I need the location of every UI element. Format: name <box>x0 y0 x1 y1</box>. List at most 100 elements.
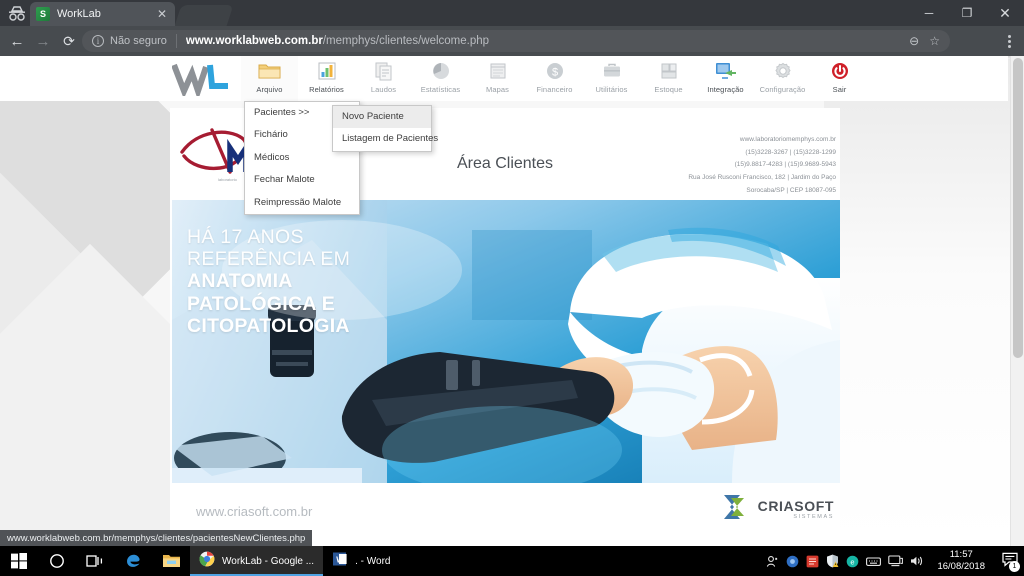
status-bubble: www.worklabweb.com.br/memphys/clientes/p… <box>0 530 313 546</box>
criasoft-subtitle: SISTEMAS <box>793 513 834 520</box>
bookmark-star-icon[interactable]: ☆ <box>929 34 940 48</box>
nav-item-financeiro[interactable]: $ Financeiro <box>526 56 583 101</box>
menu-item-novo-paciente[interactable]: Novo Paciente <box>333 106 431 129</box>
bg-right-gradient <box>824 56 1024 546</box>
app-navbar: Arquivo Relatórios Laudos Estatísticas M… <box>0 56 1008 101</box>
task-view-icon[interactable] <box>76 546 114 576</box>
nav-label-relatorios: Relatórios <box>309 85 344 94</box>
nav-label-estatisticas: Estatísticas <box>420 85 461 94</box>
notification-badge: 1 <box>1009 561 1020 572</box>
screen: S WorkLab ✕ ─ ❐ ✕ ← → ⟳ i Não seguro www… <box>0 0 1024 576</box>
folder-icon <box>258 59 281 83</box>
window-controls: ─ ❐ ✕ <box>910 0 1024 26</box>
taskbar-clock[interactable]: 11:57 16/08/2018 <box>931 549 991 573</box>
edge-icon[interactable] <box>114 546 152 576</box>
hero-line-5: CITOPATOLOGIA <box>187 314 350 337</box>
monitor-sync-icon <box>715 59 737 83</box>
omnibox-actions: ⊖ ☆ <box>909 34 940 48</box>
tab-title: WorkLab <box>57 8 101 20</box>
start-icon[interactable] <box>0 546 38 576</box>
contact-phones-1: (15)3228-3267 | (15)3228-1299 <box>745 148 836 156</box>
nav-label-estoque: Estoque <box>654 85 683 94</box>
nav-label-mapas: Mapas <box>485 85 509 94</box>
people-icon[interactable] <box>766 555 779 568</box>
svg-text:$: $ <box>551 67 557 79</box>
nav-label-utilitarios: Utilitários <box>595 85 628 94</box>
nav-item-mapas[interactable]: Mapas <box>469 56 526 101</box>
nav-item-estatisticas[interactable]: Estatísticas <box>412 56 469 101</box>
forward-icon[interactable]: → <box>32 30 54 52</box>
close-window-button[interactable]: ✕ <box>986 0 1024 26</box>
bar-chart-icon <box>317 59 337 83</box>
hero-banner: HÁ 17 ANOS REFERÊNCIA EM ANATOMIA PATOLÓ… <box>172 200 840 483</box>
maximize-button[interactable]: ❐ <box>948 0 986 26</box>
chrome-icon <box>199 551 215 572</box>
nav-item-utilitarios[interactable]: Utilitários <box>583 56 640 101</box>
menu-item-listagem-pacientes[interactable]: Listagem de Pacientes <box>333 128 438 150</box>
file-explorer-icon[interactable] <box>152 546 190 576</box>
hero-line-3: ANATOMIA <box>187 270 293 293</box>
clock-time: 11:57 <box>949 549 973 561</box>
worklab-logo <box>166 56 241 101</box>
taskbar-app-worklab[interactable]: WorkLab - Google ... <box>190 546 324 576</box>
pie-chart-icon <box>431 59 451 83</box>
keyboard-icon[interactable] <box>866 556 882 567</box>
nav-item-integracao[interactable]: Integração <box>697 56 754 101</box>
page-scrollbar[interactable] <box>1010 56 1024 546</box>
red-app-icon[interactable] <box>806 555 819 568</box>
nav-label-configuracao: Configuração <box>759 85 806 94</box>
nav-label-arquivo: Arquivo <box>256 85 283 94</box>
nav-item-arquivo[interactable]: Arquivo <box>241 56 298 101</box>
nav-item-estoque[interactable]: Estoque <box>640 56 697 101</box>
network-icon[interactable] <box>888 555 904 567</box>
info-icon[interactable]: i <box>92 35 104 47</box>
search-circle-icon[interactable] <box>38 546 76 576</box>
back-icon[interactable]: ← <box>6 30 28 52</box>
volume-icon[interactable] <box>910 555 924 567</box>
worklab-favicon: S <box>36 7 50 21</box>
address-bar[interactable]: i Não seguro www.worklabweb.com.br/memph… <box>82 30 950 52</box>
shield-warning-icon[interactable] <box>826 554 839 568</box>
url-text: www.worklabweb.com.br/memphys/clientes/w… <box>186 35 489 47</box>
boxes-icon <box>659 59 679 83</box>
footer-url[interactable]: www.criasoft.com.br <box>196 504 312 519</box>
svg-text:e: e <box>851 557 855 566</box>
contact-address: Rua José Rusconi Francisco, 182 | Jardim… <box>688 174 836 182</box>
tab-strip-spacer <box>174 5 234 26</box>
windows-taskbar: WorkLab - Google ... W . - Word e 11:57 … <box>0 546 1024 576</box>
criasoft-branding: CRIASOFT SISTEMAS <box>718 492 834 527</box>
page-title: Área Clientes <box>456 155 554 172</box>
scrollbar-thumb[interactable] <box>1013 58 1023 358</box>
incognito-icon <box>6 5 28 23</box>
hero-headline: HÁ 17 ANOS REFERÊNCIA EM ANATOMIA PATOLÓ… <box>187 226 350 337</box>
nav-label-sair: Sair <box>832 85 847 94</box>
chrome-menu-icon[interactable] <box>1001 32 1017 50</box>
minimize-button[interactable]: ─ <box>910 0 948 26</box>
taskbar-app-word[interactable]: W . - Word <box>323 546 399 576</box>
nav-item-configuracao[interactable]: Configuração <box>754 56 811 101</box>
menu-item-reimpressao-malote[interactable]: Reimpressão Malote <box>245 192 359 214</box>
svg-text:W: W <box>336 555 344 564</box>
nav-item-relatorios[interactable]: Relatórios <box>298 56 355 101</box>
app-nav-items: Arquivo Relatórios Laudos Estatísticas M… <box>241 56 868 101</box>
zoom-icon[interactable]: ⊖ <box>909 34 919 48</box>
nav-item-laudos[interactable]: Laudos <box>355 56 412 101</box>
hero-line-4: PATOLÓGICA E <box>187 292 336 315</box>
dollar-icon: $ <box>545 59 565 83</box>
notification-center-icon[interactable]: 1 <box>998 552 1020 572</box>
menu-item-fechar-malote[interactable]: Fechar Malote <box>245 169 359 191</box>
nav-label-financeiro: Financeiro <box>536 85 573 94</box>
close-icon[interactable]: ✕ <box>155 8 169 20</box>
criasoft-text: CRIASOFT SISTEMAS <box>758 499 834 521</box>
nav-item-sair[interactable]: Sair <box>811 56 868 101</box>
omnibox-divider <box>175 34 177 48</box>
reload-icon[interactable]: ⟳ <box>58 30 80 52</box>
security-label: Não seguro <box>110 35 167 47</box>
contact-info: www.laboratoriomemphys.com.br (15)3228-3… <box>688 134 836 197</box>
criasoft-chevron-logo <box>718 492 752 527</box>
blue-circle-icon[interactable] <box>786 555 799 568</box>
hero-line-1: HÁ 17 ANOS <box>187 226 304 248</box>
contact-phones-2: (15)9.8817-4283 | (15)9.9689-5943 <box>734 161 836 169</box>
browser-tab[interactable]: S WorkLab ✕ <box>30 2 175 26</box>
teal-circle-icon[interactable]: e <box>846 555 859 568</box>
